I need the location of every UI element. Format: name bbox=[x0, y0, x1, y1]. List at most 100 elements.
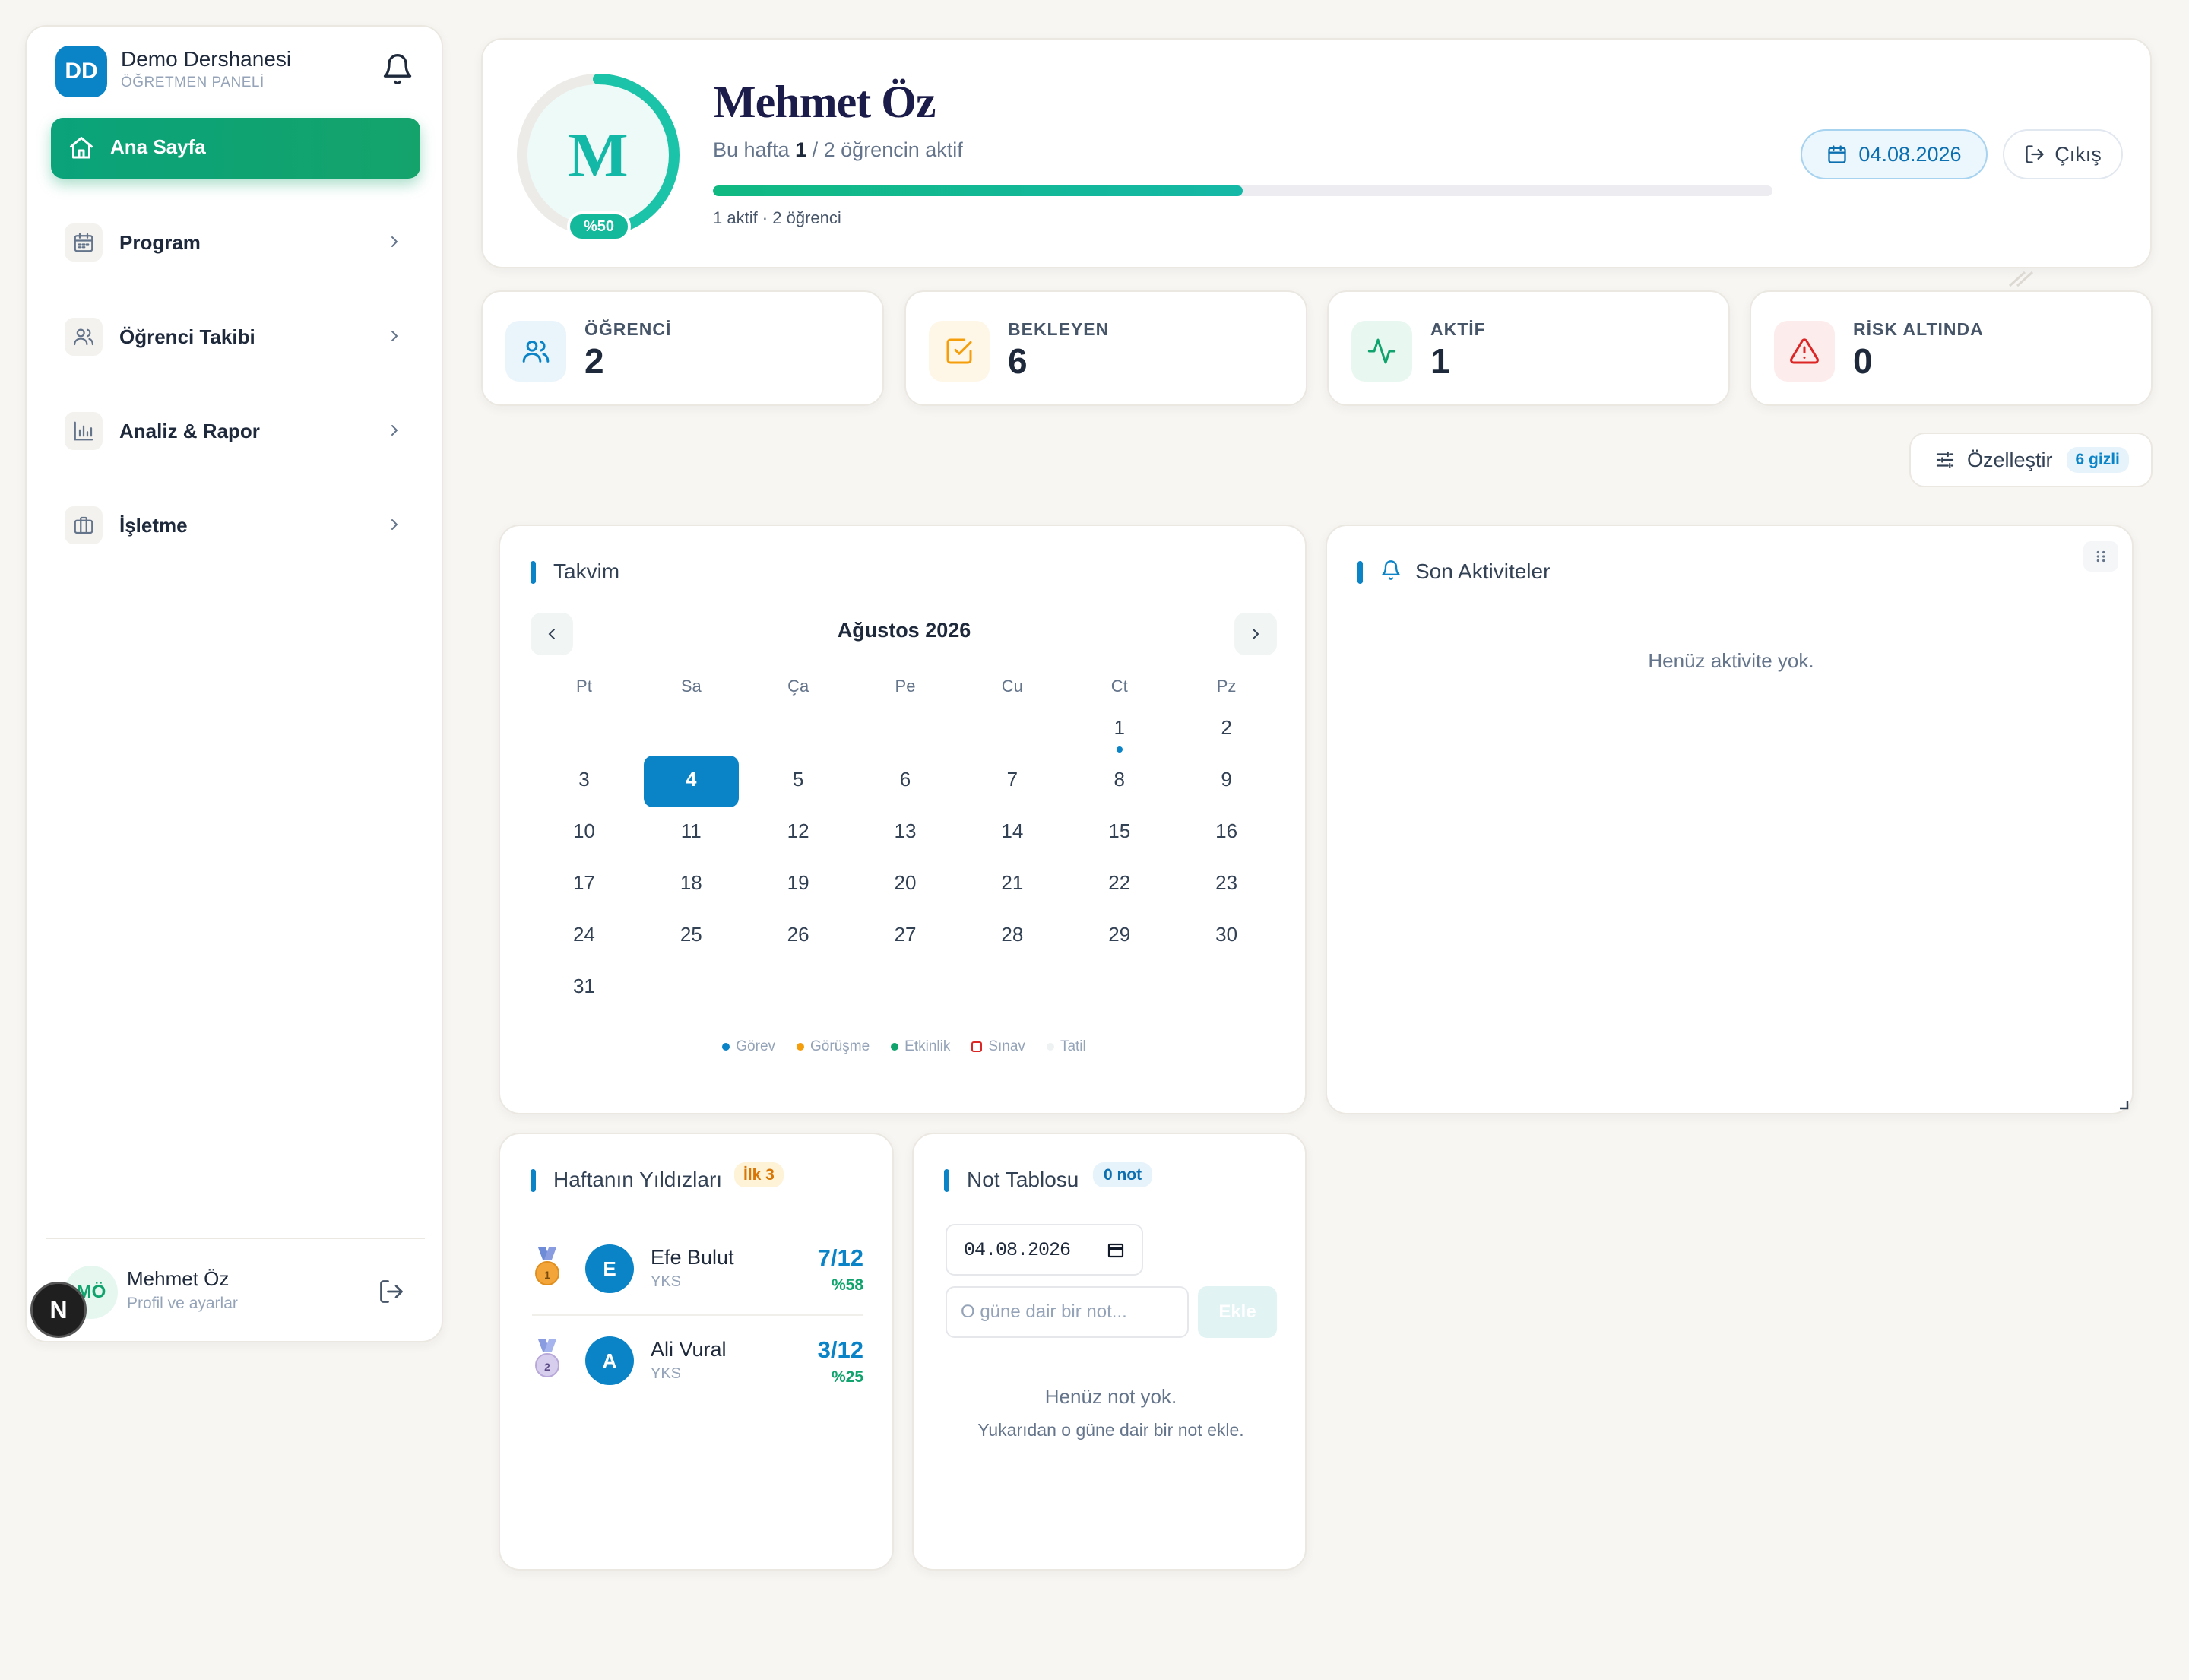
notes-empty-title: Henüz not yok. bbox=[1044, 1385, 1177, 1408]
weekday-header: Cu bbox=[1001, 677, 1023, 696]
calendar-day[interactable]: 9 bbox=[1173, 756, 1280, 807]
calendar-empty-cell bbox=[852, 704, 959, 756]
date-button[interactable]: 04.08.2026 bbox=[1801, 129, 1988, 179]
stat-card-pending[interactable]: BEKLEYEN 6 bbox=[904, 290, 1307, 406]
alert-triangle-icon bbox=[1774, 321, 1835, 382]
stat-label: AKTİF bbox=[1430, 319, 1486, 339]
drag-handle-icon[interactable] bbox=[2083, 541, 2118, 572]
calendar-day[interactable]: 14 bbox=[958, 807, 1066, 859]
user-profile-settings-link[interactable]: Profil ve ayarlar bbox=[127, 1295, 238, 1313]
stars-title: Haftanın Yıldızları bbox=[553, 1168, 723, 1191]
brand-name: Demo Dershanesi bbox=[121, 47, 292, 71]
student-exam: YKS bbox=[651, 1273, 682, 1290]
legend-marker bbox=[1046, 1043, 1054, 1051]
calendar-day[interactable]: 18 bbox=[638, 859, 745, 911]
calendar-day[interactable]: 10 bbox=[531, 807, 638, 859]
nav-home[interactable]: Ana Sayfa bbox=[51, 118, 420, 179]
calendar-day[interactable]: 6 bbox=[852, 756, 959, 807]
nav-program[interactable]: Program bbox=[51, 211, 420, 272]
nav-student-tracking[interactable]: Öğrenci Takibi bbox=[51, 306, 420, 366]
calendar-day[interactable]: 8 bbox=[1066, 756, 1173, 807]
calendar-day[interactable]: 22 bbox=[1066, 859, 1173, 911]
nav-program-label: Program bbox=[119, 231, 201, 254]
nav-home-label: Ana Sayfa bbox=[110, 135, 206, 158]
nav-student-tracking-label: Öğrenci Takibi bbox=[119, 325, 255, 348]
calendar-day[interactable]: 25 bbox=[638, 911, 745, 962]
chevron-right-icon bbox=[1253, 629, 1259, 639]
calendar-day[interactable]: 19 bbox=[745, 859, 852, 911]
legend-item: Görev bbox=[722, 1038, 775, 1055]
medal-silver-icon bbox=[535, 1339, 559, 1377]
weekday-header: Pz bbox=[1216, 677, 1237, 696]
calendar-day[interactable]: 26 bbox=[745, 911, 852, 962]
weekday-header: Ça bbox=[787, 677, 809, 696]
calendar-day[interactable]: 17 bbox=[531, 859, 638, 911]
calendar-day[interactable]: 12 bbox=[745, 807, 852, 859]
nextjs-dev-badge[interactable]: N bbox=[30, 1282, 87, 1338]
add-note-button[interactable]: Ekle bbox=[1198, 1286, 1277, 1338]
calendar-day[interactable]: 28 bbox=[958, 911, 1066, 962]
medal-rank: 2 bbox=[544, 1361, 550, 1373]
sidebar: DD Demo Dershanesi ÖĞRETMEN PANELİ Ana S… bbox=[25, 25, 443, 1342]
resize-handle-icon[interactable] bbox=[2117, 1098, 2129, 1110]
stat-label: RİSK ALTINDA bbox=[1853, 319, 1984, 339]
sliders-icon bbox=[1936, 451, 1954, 469]
calendar-day-today[interactable]: 4 bbox=[643, 756, 739, 807]
brand-subtitle: ÖĞRETMEN PANELİ bbox=[121, 74, 265, 90]
calendar-picker-icon[interactable] bbox=[1107, 1241, 1125, 1259]
note-text-input[interactable]: O güne dair bir not... bbox=[946, 1286, 1189, 1338]
calendar-day[interactable]: 23 bbox=[1173, 859, 1280, 911]
stat-card-students[interactable]: ÖĞRENCİ 2 bbox=[481, 290, 884, 406]
legend-item: Sınav bbox=[971, 1038, 1025, 1055]
recent-activities-widget: Son Aktiviteler Henüz aktivite yok. bbox=[1326, 525, 2134, 1114]
weekly-progress-fill bbox=[713, 185, 1243, 196]
chevron-right-icon bbox=[391, 331, 398, 341]
calendar-widget: Takvim Ağustos 2026 Pt Sa Ça Pe Cu Ct Pz 1 2 3 4 5 6… bbox=[499, 525, 1307, 1114]
notes-widget: Not Tablosu 0 not 04.08.2026 O güne dair… bbox=[912, 1133, 1307, 1571]
list-item[interactable]: 2 A Ali Vural YKS 3/12 %25 bbox=[532, 1315, 863, 1406]
student-exam: YKS bbox=[651, 1365, 682, 1382]
stat-card-active[interactable]: AKTİF 1 bbox=[1327, 290, 1730, 406]
profile-card: M %50 Mehmet Öz Bu hafta 1 / 2 öğrencin … bbox=[481, 38, 2152, 268]
stat-card-at-risk[interactable]: RİSK ALTINDA 0 bbox=[1750, 290, 2153, 406]
logout-button[interactable]: Çıkış bbox=[2003, 129, 2123, 179]
logout-icon[interactable] bbox=[378, 1278, 405, 1305]
student-name: Ali Vural bbox=[651, 1338, 727, 1361]
calendar-day[interactable]: 1 bbox=[1066, 704, 1173, 756]
calendar-day[interactable]: 2 bbox=[1173, 704, 1280, 756]
student-score: 3/12 bbox=[817, 1336, 863, 1363]
calendar-day[interactable]: 29 bbox=[1066, 911, 1173, 962]
notes-empty-hint: Yukarıdan o güne dair bir not ekle. bbox=[977, 1420, 1244, 1440]
bell-icon[interactable] bbox=[381, 52, 414, 86]
legend-label: Etkinlik bbox=[904, 1038, 951, 1054]
notes-title: Not Tablosu bbox=[967, 1168, 1079, 1191]
nav-business[interactable]: İşletme bbox=[51, 494, 420, 555]
note-date-input[interactable]: 04.08.2026 bbox=[946, 1224, 1143, 1276]
calendar-day[interactable]: 5 bbox=[745, 756, 852, 807]
calendar-day[interactable]: 24 bbox=[531, 911, 638, 962]
calendar-day[interactable]: 31 bbox=[531, 962, 638, 1014]
section-accent bbox=[944, 1169, 949, 1192]
calendar-day[interactable]: 3 bbox=[531, 756, 638, 807]
calendar-day[interactable]: 15 bbox=[1066, 807, 1173, 859]
calendar-day[interactable]: 7 bbox=[958, 756, 1066, 807]
calendar-next-button[interactable] bbox=[1234, 613, 1277, 655]
calendar-day[interactable]: 27 bbox=[852, 911, 959, 962]
calendar-day[interactable]: 21 bbox=[958, 859, 1066, 911]
sidebar-divider bbox=[46, 1238, 425, 1239]
legend-label: Görüşme bbox=[810, 1038, 870, 1054]
calendar-day[interactable]: 13 bbox=[852, 807, 959, 859]
chevron-right-icon bbox=[391, 425, 398, 436]
medal-rank: 1 bbox=[544, 1269, 550, 1281]
calendar-day[interactable]: 20 bbox=[852, 859, 959, 911]
calendar-day[interactable]: 16 bbox=[1173, 807, 1280, 859]
user-name[interactable]: Mehmet Öz bbox=[127, 1267, 229, 1291]
note-count-badge: 0 not bbox=[1093, 1162, 1153, 1187]
nav-analysis-report[interactable]: Analiz & Rapor bbox=[51, 400, 420, 461]
calendar-day[interactable]: 30 bbox=[1173, 911, 1280, 962]
list-item[interactable]: 1 E Efe Bulut YKS 7/12 %58 bbox=[532, 1223, 863, 1314]
customize-button[interactable]: Özelleştir 6 gizli bbox=[1909, 433, 2153, 487]
weekly-progress-bar bbox=[713, 185, 1772, 196]
calendar-day[interactable]: 11 bbox=[638, 807, 745, 859]
users-icon bbox=[65, 318, 103, 356]
